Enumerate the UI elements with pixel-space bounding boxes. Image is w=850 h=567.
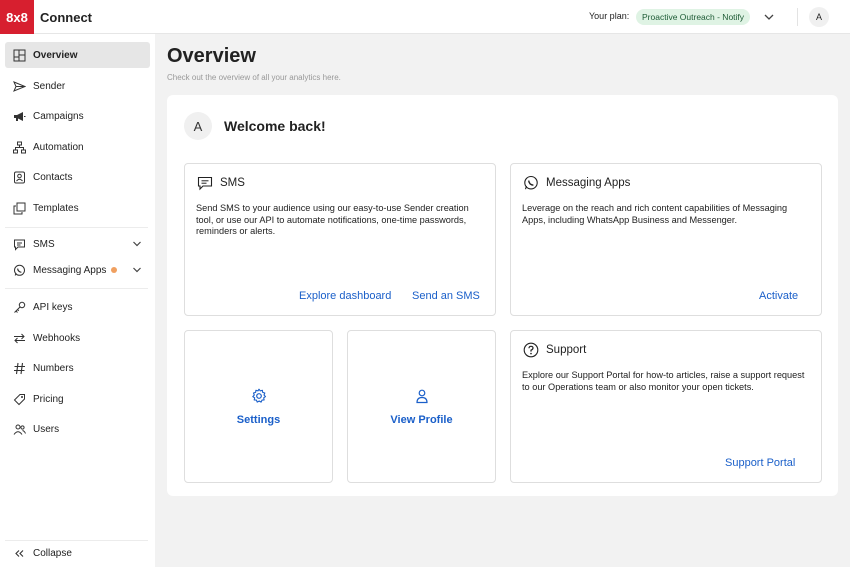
- dashboard-icon: [12, 48, 26, 62]
- view-profile-label: View Profile: [390, 413, 453, 426]
- divider: [797, 8, 798, 26]
- sidebar-item-contacts[interactable]: Contacts: [5, 164, 150, 190]
- sidebar: Overview Sender Campaigns Automation Con…: [0, 34, 155, 567]
- support-card-header: Support: [523, 342, 586, 358]
- collapse-label: Collapse: [33, 547, 72, 559]
- messaging-apps-card-header: Messaging Apps: [523, 175, 630, 191]
- key-icon: [12, 300, 26, 314]
- sidebar-item-campaigns[interactable]: Campaigns: [5, 103, 150, 129]
- notification-dot: [111, 267, 118, 273]
- sidebar-divider: [5, 288, 148, 289]
- sidebar-item-label: Automation: [33, 141, 84, 153]
- explore-dashboard-link[interactable]: Explore dashboard: [299, 290, 391, 302]
- sidebar-item-label: Webhooks: [33, 332, 81, 344]
- sidebar-item-templates[interactable]: Templates: [5, 195, 150, 221]
- settings-label: Settings: [236, 413, 281, 426]
- brand-logo[interactable]: 8x8: [0, 0, 34, 34]
- sidebar-item-label: Campaigns: [33, 110, 84, 122]
- messaging-apps-card: Messaging Apps Leverage on the reach and…: [510, 163, 822, 316]
- double-chevron-left-icon: [12, 546, 26, 560]
- sms-card-description: Send SMS to your audience using our easy…: [196, 203, 469, 237]
- support-card-description: Explore our Support Portal for how-to ar…: [522, 370, 805, 392]
- sidebar-item-pricing[interactable]: Pricing: [5, 386, 150, 412]
- welcome-heading: Welcome back!: [224, 118, 326, 134]
- sidebar-item-label: Contacts: [33, 171, 73, 183]
- sidebar-item-label: SMS: [33, 238, 55, 250]
- page-title: Overview: [167, 45, 256, 67]
- sms-card-header: SMS: [197, 175, 245, 191]
- templates-icon: [12, 201, 26, 215]
- sidebar-item-label: Templates: [33, 202, 79, 214]
- support-card: Support Explore our Support Portal for h…: [510, 330, 822, 483]
- support-portal-link[interactable]: Support Portal: [725, 457, 795, 469]
- megaphone-icon: [12, 109, 26, 123]
- activate-link[interactable]: Activate: [759, 290, 798, 302]
- hash-icon: [12, 361, 26, 375]
- sidebar-item-automation[interactable]: Automation: [5, 134, 150, 160]
- sms-card-title: SMS: [220, 177, 245, 189]
- sidebar-item-label: API keys: [33, 301, 73, 313]
- sidebar-item-api-keys[interactable]: API keys: [5, 294, 150, 320]
- sidebar-item-users[interactable]: Users: [5, 416, 150, 442]
- users-icon: [12, 422, 26, 436]
- send-sms-link[interactable]: Send an SMS: [412, 290, 480, 302]
- chat-bubble-icon: [12, 237, 26, 251]
- flow-icon: [12, 140, 26, 154]
- sidebar-item-label: Pricing: [33, 393, 64, 405]
- chevron-down-icon: [132, 239, 142, 249]
- user-avatar[interactable]: A: [809, 7, 829, 27]
- sidebar-divider: [5, 227, 148, 228]
- tag-icon: [12, 392, 26, 406]
- messaging-apps-card-title: Messaging Apps: [546, 177, 631, 189]
- plan-badge[interactable]: Proactive Outreach - Notify: [636, 9, 751, 25]
- collapse-button[interactable]: Collapse: [5, 540, 150, 566]
- sidebar-item-label: Sender: [33, 80, 66, 92]
- page-subtitle: Check out the overview of all your analy…: [167, 73, 341, 82]
- sidebar-item-label: Users: [33, 423, 60, 435]
- sidebar-item-numbers[interactable]: Numbers: [5, 355, 150, 381]
- chevron-down-icon[interactable]: [763, 11, 775, 23]
- sidebar-item-label: Overview: [33, 49, 78, 61]
- support-card-title: Support: [546, 344, 587, 356]
- chat-bubble-icon: [197, 175, 213, 191]
- sidebar-item-label: Messaging Apps: [33, 264, 107, 276]
- sms-card: SMS Send SMS to your audience using our …: [184, 163, 496, 316]
- settings-tile[interactable]: Settings: [184, 330, 333, 483]
- send-icon: [12, 79, 26, 93]
- top-bar: 8x8 Connect Your plan: Proactive Outreac…: [0, 0, 850, 34]
- contact-card-icon: [12, 170, 26, 184]
- sidebar-item-sender[interactable]: Sender: [5, 73, 150, 99]
- main-content: Overview Check out the overview of all y…: [155, 34, 850, 567]
- user-icon: [414, 388, 430, 404]
- sidebar-item-overview[interactable]: Overview: [5, 42, 150, 68]
- gear-icon: [251, 388, 267, 404]
- question-circle-icon: [523, 342, 539, 358]
- sidebar-item-label: Numbers: [33, 362, 74, 374]
- sidebar-item-messaging-apps[interactable]: Messaging Apps: [5, 257, 150, 283]
- app-name: Connect: [40, 10, 92, 25]
- overview-panel: A Welcome back! SMS Send SMS to your aud…: [167, 95, 838, 496]
- messaging-apps-card-description: Leverage on the reach and rich content c…: [522, 203, 788, 225]
- plan-label: Your plan:: [589, 11, 630, 21]
- whatsapp-icon: [523, 175, 539, 191]
- welcome-avatar: A: [184, 112, 212, 140]
- sidebar-item-sms[interactable]: SMS: [5, 231, 150, 257]
- sidebar-item-webhooks[interactable]: Webhooks: [5, 325, 150, 351]
- whatsapp-icon: [12, 263, 26, 277]
- view-profile-tile[interactable]: View Profile: [347, 330, 496, 483]
- arrows-icon: [12, 331, 26, 345]
- chevron-down-icon: [132, 265, 142, 275]
